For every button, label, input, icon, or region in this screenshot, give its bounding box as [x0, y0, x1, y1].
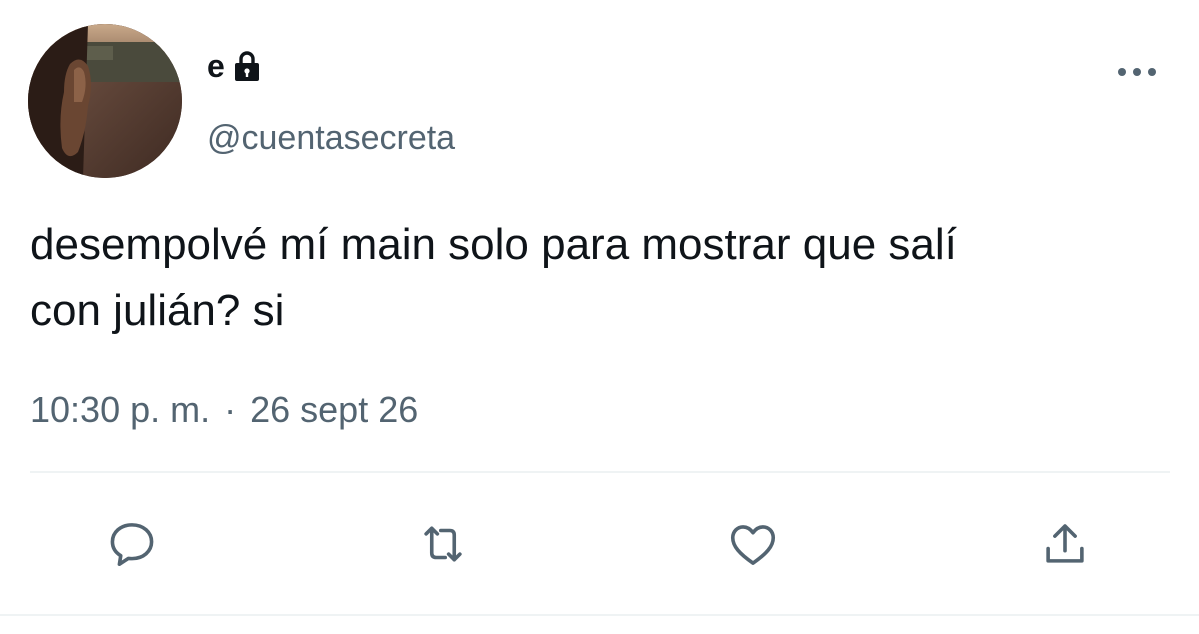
author-row: e — [207, 44, 261, 88]
retweet-icon — [424, 526, 462, 562]
more-horizontal-icon — [1118, 68, 1156, 76]
tweet-card: e @cuentasecreta desempolvé mí main solo… — [0, 0, 1199, 634]
heart-icon — [730, 525, 776, 565]
display-name[interactable]: e — [207, 50, 225, 82]
bottom-border — [0, 614, 1199, 616]
tweet-timestamp: 10:30 p. m. · 26 sept 26 — [30, 388, 418, 431]
user-handle[interactable]: @cuentasecreta — [207, 119, 455, 157]
share-icon — [1046, 524, 1084, 563]
like-button[interactable] — [723, 514, 783, 574]
tweet-date[interactable]: 26 sept 26 — [250, 388, 418, 431]
share-button[interactable] — [1035, 514, 1095, 574]
avatar[interactable] — [28, 24, 182, 178]
divider — [30, 471, 1170, 473]
reply-button[interactable] — [102, 514, 162, 574]
tweet-text: desempolvé mí main solo para mostrar que… — [30, 220, 957, 335]
retweet-button[interactable] — [413, 514, 473, 574]
tweet-time[interactable]: 10:30 p. m. — [30, 388, 210, 431]
avatar-photo — [28, 24, 182, 178]
more-options-button[interactable] — [1113, 58, 1161, 86]
meta-separator: · — [224, 389, 237, 430]
lock-icon — [234, 51, 259, 81]
reply-bubble-icon — [110, 523, 154, 567]
